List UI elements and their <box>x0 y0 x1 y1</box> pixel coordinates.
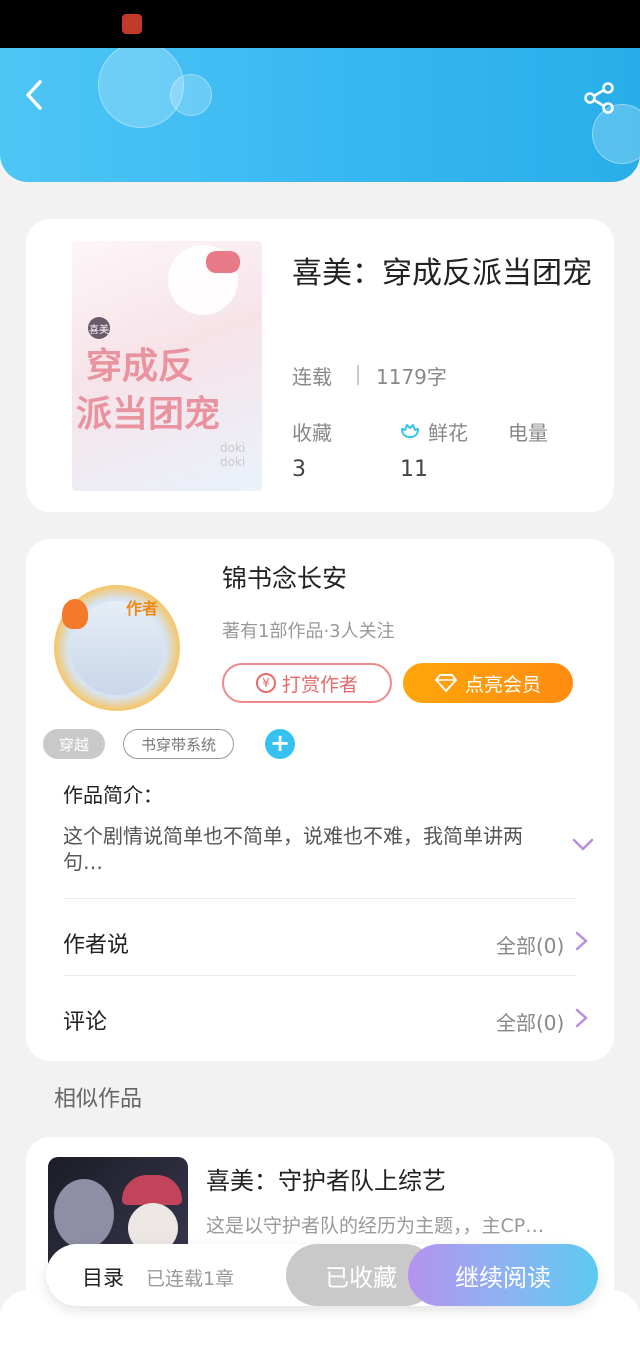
avatar-badge: 作者 <box>126 599 159 618</box>
stat-label-favorites: 收藏 <box>292 421 332 445</box>
yen-coin-icon: ¥ <box>255 673 276 693</box>
bottom-action-bar: 目录 已连载1章 已收藏 继续阅读 <box>46 1244 598 1306</box>
chevron-right-icon <box>574 930 590 952</box>
share-button[interactable] <box>580 78 620 118</box>
cover-doki: doki doki <box>220 441 246 469</box>
tag-chip[interactable]: 书穿带系统 <box>123 729 234 759</box>
flower-icon <box>398 417 422 441</box>
vip-label: 点亮会员 <box>464 673 541 696</box>
bubble-decoration <box>170 74 212 116</box>
diamond-icon <box>434 674 457 692</box>
cover-hat <box>122 1175 182 1205</box>
stat-label-flowers: 鲜花 <box>428 421 468 445</box>
similar-work-desc: 这是以守护者队的经历为主题，，主CP… <box>206 1215 545 1237</box>
author-info: 著有1部作品·3人关注 <box>222 621 395 642</box>
book-cover[interactable]: 喜美 穿成反 派当团宠 doki doki <box>72 241 262 491</box>
cover-title-bottom: 派当团宠 <box>76 393 221 435</box>
back-button[interactable] <box>18 78 52 112</box>
status-bar <box>0 0 640 48</box>
continue-reading-button[interactable]: 继续阅读 <box>408 1244 598 1306</box>
comments-value: 全部(0) <box>496 1011 565 1035</box>
author-notes-label: 作者说 <box>63 933 130 958</box>
app-notification-icon <box>122 14 142 34</box>
tag-chip[interactable]: 穿越 <box>43 729 105 759</box>
chevron-right-icon <box>574 1007 590 1029</box>
divider <box>63 975 577 976</box>
cover-bow <box>206 251 240 273</box>
activate-vip-button[interactable]: 点亮会员 <box>403 663 573 703</box>
author-notes-value: 全部(0) <box>496 934 565 958</box>
chevron-down-icon <box>572 838 594 851</box>
cover-title-top: 穿成反 <box>86 345 195 387</box>
book-info-card: 喜美 穿成反 派当团宠 doki doki 喜美：穿成反派当团宠 连载 1179… <box>26 219 614 512</box>
add-tag-button[interactable]: + <box>265 729 295 759</box>
divider <box>63 898 577 899</box>
stat-label-power: 电量 <box>508 421 548 445</box>
expand-intro-button[interactable] <box>572 836 594 854</box>
chevron-left-icon <box>26 80 42 110</box>
intro-label: 作品简介： <box>63 783 163 807</box>
book-status: 连载 <box>292 365 332 389</box>
meta-divider <box>357 365 359 385</box>
avatar-leaf <box>62 599 88 629</box>
book-title: 喜美：穿成反派当团宠 <box>292 256 592 291</box>
intro-text: 这个剧情说简单也不简单，说难也不难，我简单讲两句… <box>63 824 523 874</box>
book-word-count: 1179字 <box>376 365 447 389</box>
header <box>0 48 640 182</box>
stat-value-flowers: 11 <box>400 457 428 482</box>
author-card: 作者 锦书念长安 著有1部作品·3人关注 ¥ 打赏作者 点亮会员 穿越 书穿带系… <box>26 539 614 1061</box>
author-avatar[interactable]: 作者 <box>54 585 180 711</box>
comments-label: 评论 <box>63 1010 108 1035</box>
similar-section-title: 相似作品 <box>54 1087 143 1112</box>
share-icon <box>584 82 614 114</box>
toc-status: 已连载1章 <box>146 1268 235 1290</box>
cover-badge: 喜美 <box>88 317 110 339</box>
similar-work-title: 喜美：守护者队上综艺 <box>206 1167 446 1195</box>
toc-button[interactable]: 目录 <box>82 1262 124 1292</box>
author-name: 锦书念长安 <box>222 564 348 593</box>
cover-figure <box>54 1179 114 1249</box>
tip-author-button[interactable]: ¥ 打赏作者 <box>222 663 392 703</box>
tip-author-label: 打赏作者 <box>281 673 358 696</box>
stat-value-favorites: 3 <box>292 457 306 482</box>
